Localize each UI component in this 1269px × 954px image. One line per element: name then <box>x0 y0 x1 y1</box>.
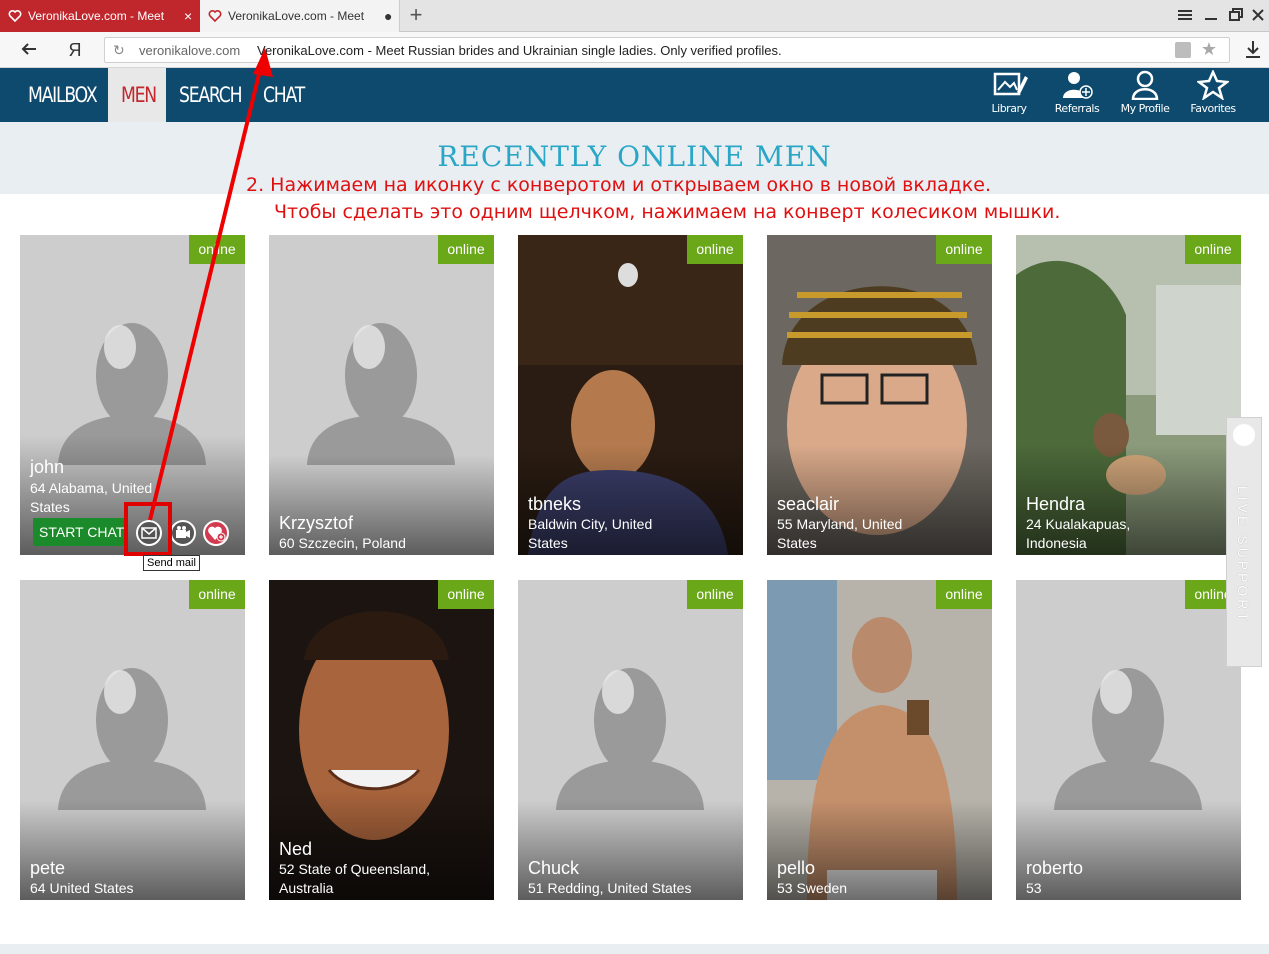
profile-card[interactable]: online tbneks Baldwin City, United State… <box>518 235 743 555</box>
start-chat-button[interactable]: START CHAT <box>33 518 125 546</box>
online-badge: online <box>1185 235 1241 264</box>
favorites-link[interactable]: Favorites <box>1180 70 1246 120</box>
nav-men[interactable]: MEN <box>121 68 157 122</box>
library-icon <box>993 72 1028 96</box>
tab-active[interactable]: VeronikaLove.com - Meet × <box>0 0 200 32</box>
profile-name[interactable]: pete <box>30 858 65 879</box>
star-icon[interactable]: ★ <box>1201 39 1217 60</box>
library-label: Library <box>991 102 1027 115</box>
heart-plus-icon[interactable] <box>203 520 229 546</box>
site-header: MAILBOX MEN SEARCH CHAT Library Referral… <box>0 68 1269 122</box>
tab-title: VeronikaLove.com - Meet <box>228 9 365 23</box>
browser-tab-strip: VeronikaLove.com - Meet × VeronikaLove.c… <box>0 0 1269 32</box>
new-tab-button[interactable]: + <box>404 3 428 29</box>
tab-inactive[interactable]: VeronikaLove.com - Meet ● <box>200 0 400 32</box>
url-page-title: VeronikaLove.com - Meet Russian brides a… <box>257 43 782 58</box>
favorites-star-icon <box>1197 70 1229 100</box>
profile-card[interactable]: online Chuck 51 Redding, United States <box>518 580 743 900</box>
profile-location: 51 Redding, United States <box>528 880 692 896</box>
video-icon[interactable] <box>170 520 196 546</box>
close-window-icon[interactable] <box>1250 6 1269 26</box>
loading-dot-icon: ● <box>384 8 393 24</box>
profile-location: Baldwin City, United States <box>528 516 653 551</box>
profile-name[interactable]: seaclair <box>777 494 839 515</box>
tab-title: VeronikaLove.com - Meet <box>28 9 165 23</box>
my-profile-label: My Profile <box>1120 102 1170 115</box>
online-badge: online <box>687 235 743 264</box>
online-badge: online <box>438 235 494 264</box>
online-badge: online <box>438 580 494 609</box>
nav-search[interactable]: SEARCH <box>179 68 243 122</box>
profile-name[interactable]: pello <box>777 858 815 879</box>
online-badge: online <box>687 580 743 609</box>
profile-location: 52 State of Queensland, Australia <box>279 861 430 896</box>
lock-icon[interactable] <box>1175 42 1191 58</box>
url-domain: veronikalove.com <box>139 43 241 58</box>
profile-name[interactable]: Krzysztof <box>279 513 353 534</box>
footer-strip <box>0 944 1269 954</box>
online-badge: online <box>189 580 245 609</box>
reload-icon[interactable]: ↻ <box>113 42 125 59</box>
online-badge: online <box>936 235 992 264</box>
profile-card[interactable]: online Ned 52 State of Queensland, Austr… <box>269 580 494 900</box>
profile-name[interactable]: tbneks <box>528 494 581 515</box>
page-title: RECENTLY ONLINE MEN <box>437 140 832 173</box>
heart-favicon-icon <box>8 9 22 23</box>
menu-icon[interactable] <box>1176 6 1196 26</box>
nav-chat[interactable]: CHAT <box>263 68 305 122</box>
profile-card[interactable]: online roberto 53 <box>1016 580 1241 900</box>
profile-name[interactable]: john <box>30 457 64 478</box>
profile-name[interactable]: roberto <box>1026 858 1083 879</box>
url-field[interactable]: ↻ veronikalove.com VeronikaLove.com - Me… <box>104 37 1230 63</box>
online-badge: online <box>189 235 245 264</box>
library-link[interactable]: Library <box>976 70 1042 120</box>
profile-name[interactable]: Ned <box>279 839 312 860</box>
live-support-tab[interactable]: LIVE SUPPORT <box>1226 417 1262 667</box>
profile-card[interactable]: online pete 64 United States <box>20 580 245 900</box>
back-arrow-icon[interactable] <box>18 39 40 61</box>
profile-name[interactable]: Chuck <box>528 858 579 879</box>
profile-card[interactable]: online Krzysztof 60 Szczecin, Poland <box>269 235 494 555</box>
profile-location: 60 Szczecin, Poland <box>279 535 406 551</box>
profile-location: 53 Sweden <box>777 880 848 896</box>
download-icon[interactable] <box>1244 39 1262 64</box>
live-support-label: LIVE SUPPORT <box>1235 486 1251 624</box>
annotation-line-1: 2. Нажимаем на иконку с конверотом и отк… <box>246 174 991 196</box>
close-icon[interactable]: × <box>184 8 192 24</box>
referrals-link[interactable]: Referrals <box>1044 70 1110 120</box>
online-badge: online <box>936 580 992 609</box>
mail-highlight-box <box>124 502 172 556</box>
restore-icon[interactable] <box>1227 6 1247 26</box>
send-mail-tooltip: Send mail <box>143 555 200 571</box>
yandex-logo[interactable]: Я <box>64 39 86 61</box>
profile-card[interactable]: online pello 53 Sweden <box>767 580 992 900</box>
minimize-icon[interactable] <box>1202 6 1222 26</box>
profile-location: 24 Kualakapuas, Indonesia <box>1026 516 1131 551</box>
profile-icon <box>1131 70 1159 100</box>
referrals-label: Referrals <box>1054 102 1100 115</box>
profile-name[interactable]: Hendra <box>1026 494 1085 515</box>
profile-card[interactable]: online Hendra 24 Kualakapuas, Indonesia <box>1016 235 1241 555</box>
my-profile-link[interactable]: My Profile <box>1112 70 1178 120</box>
heart-favicon-icon <box>208 9 222 23</box>
profile-card[interactable]: online seaclair 55 Maryland, United Stat… <box>767 235 992 555</box>
referrals-icon <box>1063 72 1093 99</box>
profile-location: 64 United States <box>30 880 134 896</box>
favorites-label: Favorites <box>1190 102 1236 115</box>
profile-location: 53 <box>1026 880 1042 896</box>
address-bar-row: Я ↻ veronikalove.com VeronikaLove.com - … <box>0 32 1269 68</box>
chat-bubble-icon <box>1233 424 1255 446</box>
nav-mailbox[interactable]: MAILBOX <box>28 68 98 122</box>
profile-location: 55 Maryland, United States <box>777 516 903 551</box>
annotation-line-2: Чтобы сделать это одним щелчком, нажимае… <box>274 201 1061 223</box>
